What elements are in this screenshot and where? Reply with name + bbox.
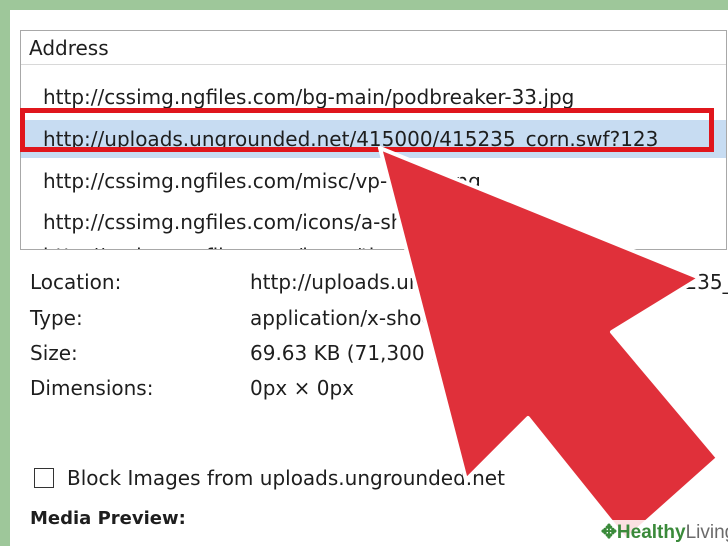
block-images-checkbox[interactable]	[34, 468, 54, 488]
address-row-partial[interactable]: http://cssimg.ngfiles.com/icons/tiny	[21, 237, 726, 249]
media-preview-label: Media Preview:	[30, 508, 186, 529]
dimensions-value: 0px × 0px	[250, 376, 354, 400]
address-row[interactable]: http://cssimg.ngfiles.com/icons/a-sh	[21, 203, 726, 241]
type-label: Type:	[30, 306, 83, 330]
location-label: Location:	[30, 270, 122, 294]
healthy-living-watermark: ✥HealthyLiving	[597, 520, 728, 546]
type-value: application/x-shockwave-flash	[250, 306, 552, 330]
location-value: http://uploads.ungrounded.net/415000/415…	[250, 270, 728, 294]
watermark-living-text: Living	[685, 522, 728, 543]
size-label: Size:	[30, 341, 78, 365]
block-images-label[interactable]: Block Images from uploads.ungrounded.net	[67, 466, 505, 490]
red-highlight-box	[20, 108, 714, 152]
address-column-header[interactable]: Address	[21, 31, 726, 65]
size-value: 69.63 KB (71,300 bytes)	[250, 341, 494, 365]
address-row[interactable]: http://cssimg.ngfiles.com/misc/vp-stars.…	[21, 162, 726, 200]
dimensions-label: Dimensions:	[30, 376, 154, 400]
watermark-healthy-text: Healthy	[616, 522, 686, 543]
healthy-living-logo-icon: ✥	[601, 522, 617, 543]
